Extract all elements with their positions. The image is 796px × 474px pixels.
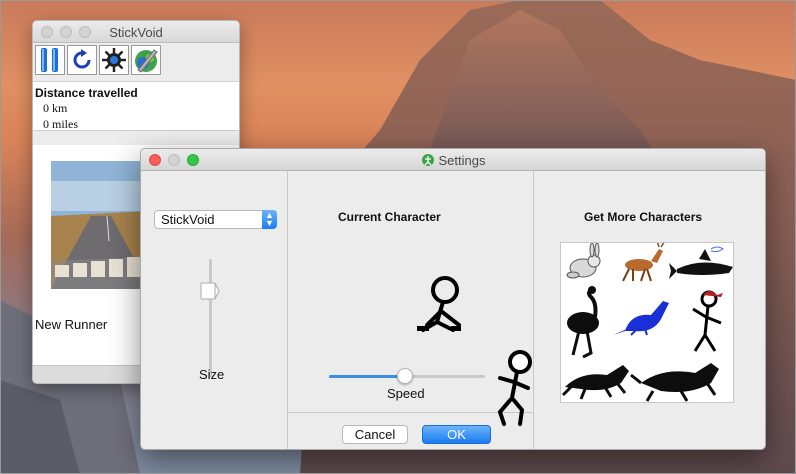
size-label: Size (199, 367, 225, 382)
stickman-runner-icon[interactable] (492, 348, 538, 430)
refresh-button[interactable] (67, 45, 97, 75)
settings-title-text: Settings (438, 153, 486, 168)
distance-miles: 0 miles (43, 117, 78, 131)
character-select[interactable]: StickVoid ▲ ▼ (154, 210, 277, 229)
main-toolbar (33, 43, 239, 77)
paint-icon (135, 49, 158, 73)
ninja-stickman-icon[interactable] (692, 290, 723, 352)
speed-label: Speed (387, 386, 425, 401)
pause-icon (41, 48, 58, 72)
speed-slider-thumb[interactable] (397, 368, 413, 384)
current-character-preview (417, 276, 461, 332)
main-titlebar[interactable]: StickVoid (33, 21, 239, 43)
more-characters-grid[interactable] (560, 240, 734, 403)
current-character-label: Current Character (338, 210, 441, 224)
size-slider-track[interactable] (209, 259, 212, 377)
runner-background-image (51, 161, 151, 289)
app-icon (421, 154, 434, 166)
character-select-value: StickVoid (161, 212, 215, 227)
main-window-title: StickVoid (109, 25, 163, 40)
settings-gear-icon (102, 48, 126, 72)
column-divider (287, 171, 288, 449)
kangaroo-icon[interactable] (613, 301, 669, 336)
get-more-characters-label: Get More Characters (584, 210, 703, 224)
ostrich-icon[interactable] (567, 286, 599, 359)
settings-button[interactable] (99, 45, 129, 75)
shark-icon[interactable] (669, 246, 733, 279)
settings-title: Settings (141, 153, 765, 168)
paint-button[interactable] (131, 45, 161, 75)
wolf-icon[interactable] (561, 365, 629, 400)
ok-button[interactable]: OK (422, 425, 491, 444)
size-slider-thumb[interactable] (200, 282, 220, 300)
cancel-button[interactable]: Cancel (342, 425, 408, 444)
settings-window: Settings StickVoid ▲ ▼ Size Current Chara… (140, 148, 766, 450)
pause-button[interactable] (35, 45, 65, 75)
deer-icon[interactable] (622, 240, 666, 282)
wolf-icon[interactable] (630, 363, 719, 402)
rabbit-icon[interactable] (566, 242, 601, 279)
refresh-icon (73, 49, 91, 69)
distance-title: Distance travelled (35, 86, 138, 100)
distance-panel: Distance travelled 0 km 0 miles (33, 81, 239, 131)
settings-titlebar[interactable]: Settings (141, 149, 765, 171)
distance-km: 0 km (43, 101, 68, 115)
new-runner-label[interactable]: New Runner (35, 317, 107, 332)
chevron-updown-icon: ▲ ▼ (262, 210, 277, 229)
speed-slider-fill (329, 375, 407, 378)
